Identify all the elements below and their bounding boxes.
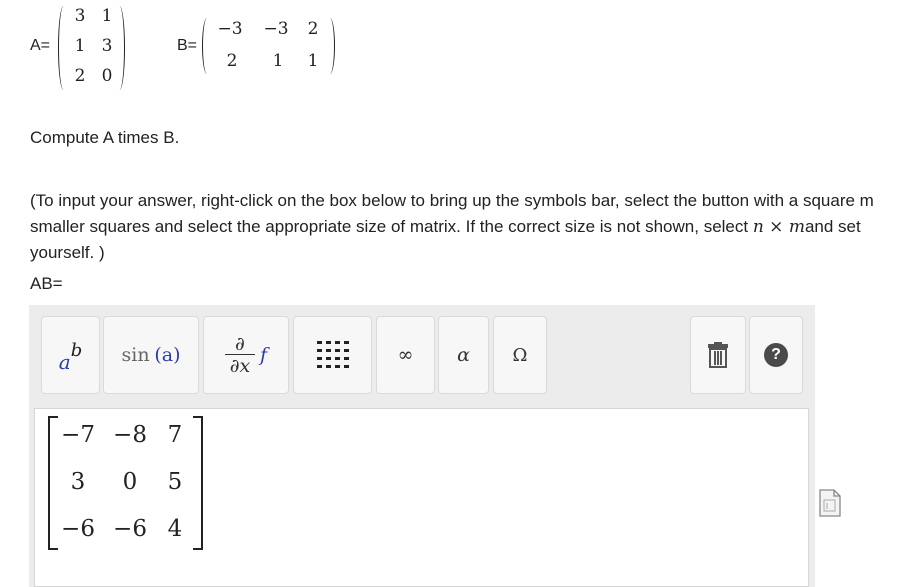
answer-cell: −7 (61, 422, 95, 448)
superscript-button[interactable]: ab (41, 316, 100, 394)
help-button[interactable]: ? (749, 316, 803, 394)
matrix-a-label: A= (30, 37, 51, 54)
derivative-fraction: ∂ ∂x (224, 332, 255, 377)
instructions-line-2-start: smaller squares and select the appropria… (30, 217, 753, 236)
partial-numerator: ∂ (235, 332, 245, 355)
matrix-a-cell: 2 (74, 66, 86, 86)
n-by-m-math: n × m (752, 217, 805, 237)
right-paren (325, 18, 335, 74)
question-text: Compute A times B. (30, 128, 180, 147)
answer-cell: 3 (70, 469, 86, 495)
matrix-a-cell: 1 (101, 6, 113, 26)
matrix-b-cell: 1 (307, 51, 319, 71)
answer-cell: 5 (167, 469, 183, 495)
matrix-b-cell: 1 (272, 51, 284, 71)
matrix-a-cell: 0 (101, 66, 113, 86)
answer-cell: −6 (61, 516, 95, 542)
instructions-line-2: smaller squares and select the appropria… (30, 217, 861, 237)
symbols-button[interactable]: Ω (493, 316, 547, 394)
matrix-grid-icon (316, 341, 349, 368)
left-paren (58, 6, 69, 90)
file-icon (819, 489, 841, 517)
left-bracket (48, 416, 58, 550)
trash-icon (708, 342, 728, 368)
matrix-a-cell: 1 (74, 36, 86, 56)
answer-cell: 7 (167, 422, 183, 448)
matrix-b-cell: −3 (217, 19, 243, 39)
answer-label: AB= (30, 274, 63, 293)
answer-cell: −6 (113, 516, 147, 542)
left-paren (202, 18, 212, 74)
answer-input[interactable] (34, 408, 809, 587)
superscript-base: a (58, 350, 71, 374)
instructions-line-3: yourself. ) (30, 243, 105, 262)
instructions-line-2-end: and set (804, 217, 861, 236)
clear-button[interactable] (690, 316, 746, 394)
answer-cell: 0 (122, 469, 138, 495)
matrix-a-cell: 3 (74, 6, 86, 26)
matrix-a-cell: 3 (101, 36, 113, 56)
function-name: sin (121, 344, 150, 366)
superscript-exponent: b (70, 339, 83, 361)
alpha-icon: α (457, 344, 470, 366)
matrix-b-cell: 2 (307, 19, 319, 39)
function-argument: (a) (154, 344, 181, 366)
answer-cell: 4 (167, 516, 183, 542)
derivative-button[interactable]: ∂ ∂x f (203, 316, 289, 394)
infinity-button[interactable]: ∞ (376, 316, 435, 394)
greek-button[interactable]: α (438, 316, 489, 394)
answer-cell: −8 (113, 422, 147, 448)
omega-icon: Ω (512, 344, 528, 366)
document-icon[interactable] (819, 489, 841, 522)
matrix-b-label: B= (177, 37, 198, 54)
matrix-b-cell: −3 (263, 19, 289, 39)
help-icon: ? (764, 343, 788, 367)
instructions-line-1: (To input your answer, right-click on th… (30, 191, 874, 210)
function-button[interactable]: sin (a) (103, 316, 199, 394)
function-symbol: f (259, 344, 268, 366)
partial-denominator: ∂x (229, 354, 251, 377)
infinity-icon: ∞ (397, 344, 414, 366)
matrix-b-cell: 2 (226, 51, 238, 71)
matrix-button[interactable] (293, 316, 372, 394)
